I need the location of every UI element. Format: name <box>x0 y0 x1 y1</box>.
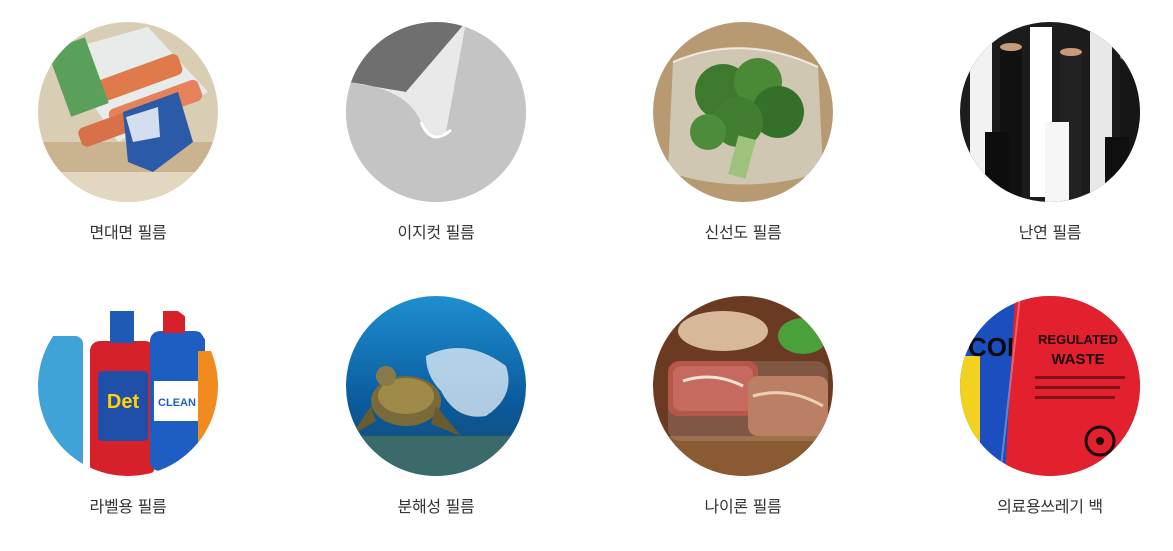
waste-bag-subtitle: WASTE <box>1051 351 1104 368</box>
product-label: 이지컷 필름 <box>397 223 475 242</box>
product-item-label-film[interactable]: Det CLEAN 라벨용 필름 <box>8 296 248 518</box>
product-item-freshness-film[interactable]: 신선도 필름 <box>623 22 863 244</box>
peeling-film-image <box>346 22 526 202</box>
waste-bag-title: REGULATED <box>1038 332 1118 347</box>
detergent-brand-text: CLEAN <box>158 397 196 409</box>
product-label: 라벨용 필름 <box>89 497 167 516</box>
film-rolls-image <box>960 22 1140 202</box>
product-label: 나이론 필름 <box>704 497 782 516</box>
product-item-face-to-face-film[interactable]: 면대면 필름 <box>8 22 248 244</box>
broccoli-bag-image <box>653 22 833 202</box>
detergent-brand-text: Det <box>107 391 140 413</box>
product-item-medical-waste-bag[interactable]: CON REGULATED WASTE 의료용쓰레기 백 <box>930 296 1170 518</box>
product-label: 분해성 필름 <box>397 497 475 516</box>
medical-waste-bag-image: CON REGULATED WASTE <box>960 296 1140 476</box>
detergent-bottles-image: Det CLEAN <box>38 296 218 476</box>
product-item-easy-cut-film[interactable]: 이지컷 필름 <box>316 22 556 244</box>
crab-stick-package-image <box>38 22 218 202</box>
product-item-nylon-film[interactable]: 나이론 필름 <box>623 296 863 518</box>
product-label: 난연 필름 <box>1018 223 1082 242</box>
product-label: 의료용쓰레기 백 <box>997 497 1103 516</box>
product-item-flame-retardant-film[interactable]: 난연 필름 <box>930 22 1170 244</box>
sea-turtle-plastic-image <box>346 296 526 476</box>
product-label: 신선도 필름 <box>704 223 782 242</box>
vacuum-packed-meat-image <box>653 296 833 476</box>
product-label: 면대면 필름 <box>89 223 167 242</box>
product-item-degradable-film[interactable]: 분해성 필름 <box>316 296 556 518</box>
product-grid: 면대면 필름 이지컷 필름 신선도 필름 난연 필름 Det CLEAN 라벨용… <box>0 0 1173 551</box>
